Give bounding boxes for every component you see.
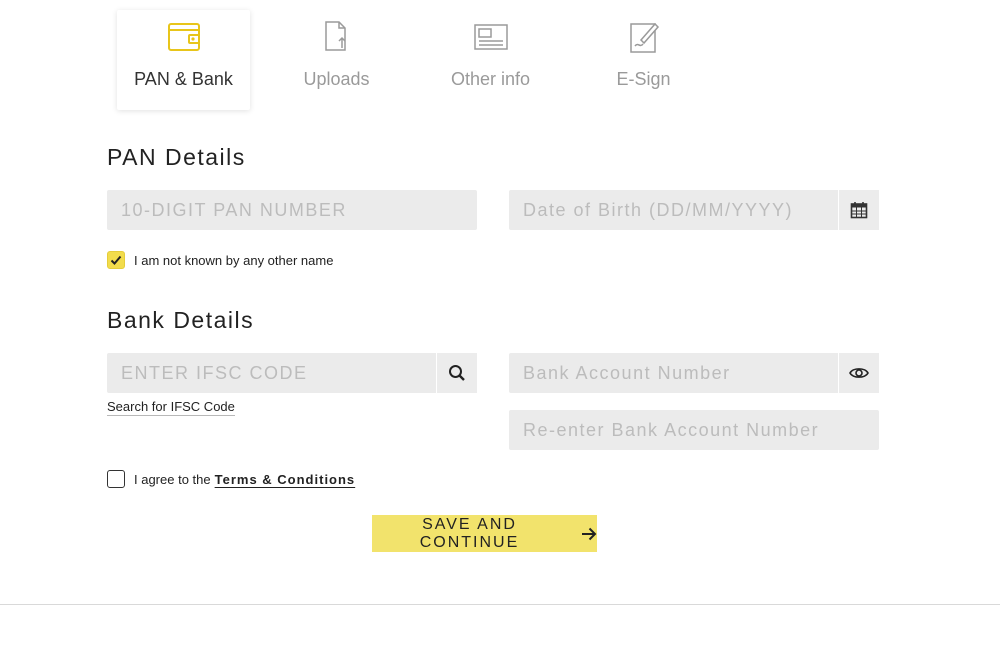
wallet-icon (167, 23, 200, 51)
tab-label: PAN & Bank (134, 69, 233, 89)
upload-document-icon (324, 21, 346, 51)
account-number-input[interactable] (509, 353, 879, 393)
progress-tabs: PAN & Bank Uploads Other info E-Sign (117, 10, 880, 110)
terms-link[interactable]: Terms & Conditions (215, 472, 356, 487)
reenter-account-field[interactable] (509, 410, 879, 450)
reenter-account-input[interactable] (509, 410, 879, 450)
arrow-right-icon (581, 527, 597, 541)
search-icon (449, 365, 465, 381)
search-ifsc-link[interactable]: Search for IFSC Code (107, 399, 235, 416)
bank-details-title: Bank Details (107, 307, 255, 333)
ifsc-search-button[interactable] (436, 353, 477, 393)
calendar-icon (850, 202, 868, 219)
tab-label: Other info (450, 69, 531, 89)
pan-number-input[interactable] (107, 190, 477, 230)
signature-icon (629, 22, 659, 53)
eye-icon (849, 368, 869, 378)
other-name-checkbox[interactable] (107, 251, 125, 269)
tab-label: Uploads (303, 69, 370, 89)
pan-details-title: PAN Details (107, 144, 246, 170)
ifsc-field[interactable] (107, 353, 477, 393)
save-and-continue-button[interactable]: SAVE AND CONTINUE (372, 515, 597, 552)
tab-other-info[interactable]: Other info (424, 10, 557, 110)
form-document-icon (473, 24, 508, 50)
dob-input[interactable] (509, 190, 879, 230)
terms-checkbox[interactable] (107, 470, 125, 488)
pan-number-field[interactable] (107, 190, 477, 230)
calendar-button[interactable] (838, 190, 879, 230)
terms-row: I agree to the Terms & Conditions (107, 470, 355, 488)
show-password-button[interactable] (838, 353, 879, 393)
terms-prefix: I agree to the (134, 471, 211, 487)
other-name-row: I am not known by any other name (107, 251, 333, 269)
ifsc-input[interactable] (107, 353, 477, 393)
tab-uploads[interactable]: Uploads (270, 10, 403, 110)
footer-divider (0, 604, 1000, 605)
other-name-label: I am not known by any other name (134, 252, 334, 268)
tab-label: E-Sign (616, 69, 671, 89)
account-number-field[interactable] (509, 353, 879, 393)
dob-field[interactable] (509, 190, 879, 230)
save-button-label: SAVE AND CONTINUE (419, 515, 520, 551)
tab-e-sign[interactable]: E-Sign (577, 10, 710, 110)
checkmark-icon (110, 255, 122, 265)
tab-pan-bank[interactable]: PAN & Bank (117, 10, 250, 110)
